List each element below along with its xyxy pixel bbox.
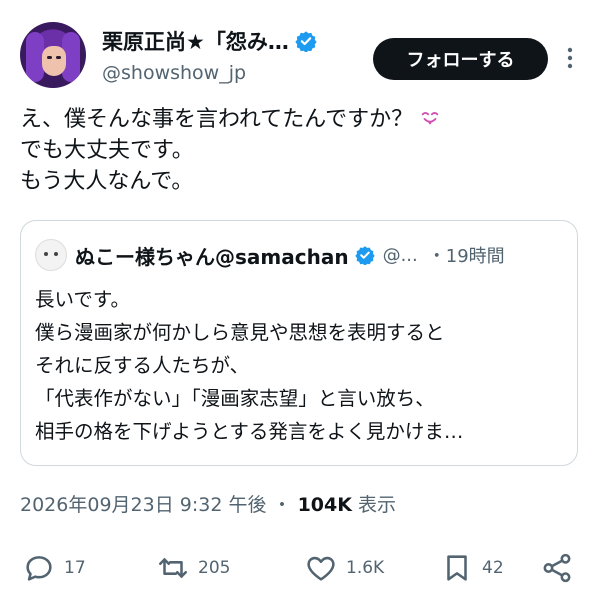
share-button[interactable] (540, 548, 574, 588)
tweet-line-text: え、僕そんな事を言われてたんですか？ (20, 107, 414, 132)
share-icon (543, 553, 571, 583)
quoted-tweet-line: 「代表作がない」「漫画家志望」と言い放ち、 (35, 387, 435, 410)
author-name-row: 栗原正尚★「怨み… (102, 26, 317, 56)
view-count: 104K (297, 494, 352, 516)
quoted-tweet-line: それに反する人たちが、 (35, 354, 250, 377)
retweet-button[interactable]: 205 (156, 548, 230, 588)
author-display-name[interactable]: 栗原正尚★「怨み… (102, 26, 289, 56)
retweet-icon (158, 558, 188, 578)
avatar-face (42, 46, 66, 76)
heart-icon (307, 556, 335, 581)
reply-count: 17 (64, 558, 86, 578)
tweet-header: 栗原正尚★「怨み… @showshow_jp フォローする (20, 18, 580, 94)
bookmark-button[interactable]: 42 (440, 548, 504, 588)
quoted-tweet-header: ぬこー様ちゃん@samachan @... ・19時間 (35, 239, 505, 271)
tweet-line: え、僕そんな事を言われてたんですか？ (20, 104, 580, 135)
tweet-body: え、僕そんな事を言われてたんですか？ でも大丈夫です。 もう大人なんで。 (20, 104, 580, 197)
reply-icon (26, 556, 52, 581)
quoted-avatar-eye-right (54, 252, 58, 256)
tweet-actions: 17 205 1.6K 42 (20, 548, 580, 588)
quoted-tweet-time: ・19時間 (427, 246, 505, 267)
retweet-count: 205 (198, 558, 231, 578)
tweet-meta: 2026年09月23日 9:32 午後 ・ 104K 表示 (20, 490, 396, 517)
quoted-tweet-line: 長いです。 (35, 288, 130, 311)
quoted-author-avatar (35, 239, 67, 271)
tweet-timestamp[interactable]: 2026年09月23日 9:32 午後 (20, 494, 266, 516)
quoted-tweet-body: 長いです。 僕ら漫画家が何かしら意見や思想を表明すると それに反する人たちが、 … (35, 283, 565, 448)
quoted-tweet-card[interactable]: ぬこー様ちゃん@samachan @... ・19時間 長いです。 僕ら漫画家が… (20, 220, 578, 466)
follow-button[interactable]: フォローする (373, 38, 548, 80)
quoted-avatar-eye-left (44, 252, 48, 256)
avatar-eye-right (56, 56, 61, 59)
bookmark-count: 42 (482, 558, 504, 578)
author-avatar[interactable] (20, 22, 86, 88)
avatar-eye-left (47, 56, 52, 59)
verified-badge-icon (295, 31, 317, 52)
bookmark-icon (447, 555, 467, 581)
reply-button[interactable]: 17 (22, 548, 86, 588)
meta-separator: ・ (272, 494, 292, 516)
like-count: 1.6K (346, 558, 385, 578)
author-handle[interactable]: @showshow_jp (102, 62, 246, 84)
tweet-line: でも大丈夫です。 (20, 138, 194, 163)
like-button[interactable]: 1.6K (304, 548, 384, 588)
views-label: 表示 (358, 494, 397, 516)
verified-badge-icon (354, 246, 375, 265)
tweet-line: もう大人なんで。 (20, 169, 194, 194)
tongue-out-emoji-icon (421, 112, 439, 125)
quoted-author-name: ぬこー様ちゃん@samachan (75, 244, 349, 269)
quoted-author-handle: @... (382, 244, 418, 266)
quoted-tweet-line: 僕ら漫画家が何かしら意見や思想を表明すると (35, 321, 445, 344)
more-options-icon[interactable] (560, 46, 580, 70)
quoted-tweet-line: 相手の格を下げようとする発言をよく見かけま… (35, 420, 464, 443)
